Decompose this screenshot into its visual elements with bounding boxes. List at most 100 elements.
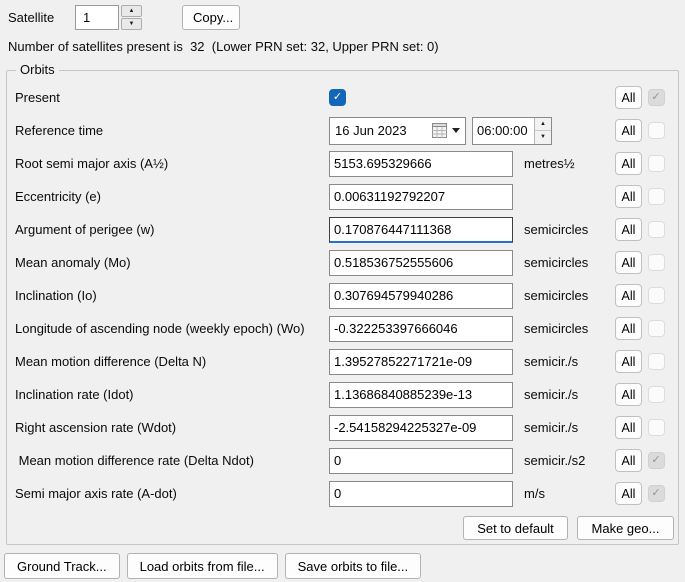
param-side-checkbox[interactable] — [648, 188, 665, 205]
param-side-checkbox: ✓ — [648, 485, 665, 502]
spin-down-icon[interactable]: ▼ — [535, 131, 551, 144]
param-value-input[interactable] — [329, 217, 513, 243]
present-checkbox[interactable]: ✓ — [329, 89, 346, 106]
param-unit-label: semicircles — [516, 321, 611, 336]
all-button-present[interactable]: All — [615, 86, 642, 109]
param-unit-label: semicircles — [516, 255, 611, 270]
param-unit-label: m/s — [516, 486, 611, 501]
param-label: Mean motion difference rate (Delta Ndot) — [7, 453, 329, 468]
param-side-checkbox[interactable] — [648, 254, 665, 271]
group-button-row: Set to default Make geo... — [7, 516, 678, 540]
param-value-input[interactable] — [329, 382, 513, 408]
param-label: Argument of perigee (w) — [7, 222, 329, 237]
all-button[interactable]: All — [615, 350, 642, 373]
all-button[interactable]: All — [615, 416, 642, 439]
orbit-param-row: Root semi major axis (A½) metres½ All — [7, 147, 678, 180]
param-label: Right ascension rate (Wdot) — [7, 420, 329, 435]
param-value-input[interactable] — [329, 151, 513, 177]
all-button[interactable]: All — [615, 383, 642, 406]
param-label: Longitude of ascending node (weekly epoc… — [7, 321, 329, 336]
param-unit-label: semicir./s — [516, 387, 611, 402]
all-button[interactable]: All — [615, 251, 642, 274]
param-unit-label: semicir./s — [516, 420, 611, 435]
copy-button[interactable]: Copy... — [182, 5, 240, 30]
param-value-input[interactable] — [329, 349, 513, 375]
orbit-param-row: Mean motion difference (Delta N) semicir… — [7, 345, 678, 378]
param-value-input[interactable] — [329, 184, 513, 210]
all-button[interactable]: All — [615, 482, 642, 505]
param-label: Inclination (Io) — [7, 288, 329, 303]
dropdown-arrow-icon[interactable] — [452, 128, 460, 133]
reference-date-edit[interactable]: 16 Jun 2023 — [329, 117, 466, 145]
param-side-checkbox[interactable] — [648, 221, 665, 238]
present-row: Present ✓ All ✓ — [7, 81, 678, 114]
reference-time-label: Reference time — [7, 123, 329, 138]
param-unit-label: semicircles — [516, 222, 611, 237]
satellite-spinbox-value[interactable]: 1 — [75, 5, 119, 30]
spin-up-icon[interactable]: ▲ — [535, 118, 551, 132]
param-value-input[interactable] — [329, 316, 513, 342]
all-button[interactable]: All — [615, 449, 642, 472]
spin-up-icon[interactable]: ▲ — [121, 5, 142, 17]
param-unit-label: semicir./s2 — [516, 453, 611, 468]
make-geo-button[interactable]: Make geo... — [577, 516, 674, 540]
reference-time-edit[interactable]: 06:00:00 ▲ ▼ — [472, 117, 552, 145]
param-side-checkbox[interactable] — [648, 353, 665, 370]
checkmark-icon: ✓ — [333, 92, 342, 103]
footer-button-row: Ground Track... Load orbits from file...… — [4, 553, 685, 579]
param-value-input[interactable] — [329, 250, 513, 276]
orbit-param-row: Right ascension rate (Wdot) semicir./s A… — [7, 411, 678, 444]
param-unit-label: semicircles — [516, 288, 611, 303]
present-side-checkbox: ✓ — [648, 89, 665, 106]
orbits-groupbox: Orbits Present ✓ All ✓ Reference time 16… — [6, 70, 679, 545]
orbits-group-title: Orbits — [16, 62, 59, 77]
spin-down-icon[interactable]: ▼ — [121, 18, 142, 30]
checkmark-icon: ✓ — [651, 92, 660, 103]
reference-time-value: 06:00:00 — [473, 118, 534, 144]
orbit-param-row: Mean anomaly (Mo) semicircles All — [7, 246, 678, 279]
reference-date-value: 16 Jun 2023 — [335, 123, 432, 138]
all-button[interactable]: All — [615, 152, 642, 175]
all-button[interactable]: All — [615, 185, 642, 208]
orbit-param-row: Mean motion difference rate (Delta Ndot)… — [7, 444, 678, 477]
param-side-checkbox[interactable] — [648, 287, 665, 304]
param-unit-label: metres½ — [516, 156, 611, 171]
checkmark-icon: ✓ — [651, 488, 660, 499]
param-label: Semi major axis rate (A-dot) — [7, 486, 329, 501]
param-side-checkbox: ✓ — [648, 452, 665, 469]
save-orbits-button[interactable]: Save orbits to file... — [285, 553, 422, 579]
orbit-param-row: Inclination (Io) semicircles All — [7, 279, 678, 312]
param-value-input[interactable] — [329, 415, 513, 441]
reference-time-row: Reference time 16 Jun 2023 06:00:00 ▲ — [7, 114, 678, 147]
param-label: Mean anomaly (Mo) — [7, 255, 329, 270]
header-bar: Satellite 1 ▲ ▼ Copy... — [0, 0, 685, 30]
satellite-spinbox[interactable]: 1 ▲ ▼ — [75, 5, 142, 30]
set-to-default-button[interactable]: Set to default — [463, 516, 568, 540]
all-button[interactable]: All — [615, 284, 642, 307]
param-label: Mean motion difference (Delta N) — [7, 354, 329, 369]
param-rows: Root semi major axis (A½) metres½ All Ec… — [7, 147, 678, 510]
param-value-input[interactable] — [329, 481, 513, 507]
param-side-checkbox[interactable] — [648, 320, 665, 337]
orbit-param-row: Inclination rate (Idot) semicir./s All — [7, 378, 678, 411]
param-value-input[interactable] — [329, 448, 513, 474]
ground-track-button[interactable]: Ground Track... — [4, 553, 120, 579]
param-label: Inclination rate (Idot) — [7, 387, 329, 402]
all-button[interactable]: All — [615, 317, 642, 340]
param-side-checkbox[interactable] — [648, 386, 665, 403]
all-button-reference-time[interactable]: All — [615, 119, 642, 142]
reference-side-checkbox[interactable] — [648, 122, 665, 139]
orbit-param-row: Argument of perigee (w) semicircles All — [7, 213, 678, 246]
load-orbits-button[interactable]: Load orbits from file... — [127, 553, 278, 579]
param-label: Eccentricity (e) — [7, 189, 329, 204]
all-button[interactable]: All — [615, 218, 642, 241]
param-value-input[interactable] — [329, 283, 513, 309]
param-unit-label: semicir./s — [516, 354, 611, 369]
present-label: Present — [7, 90, 329, 105]
param-side-checkbox[interactable] — [648, 419, 665, 436]
calendar-icon — [432, 123, 447, 138]
param-side-checkbox[interactable] — [648, 155, 665, 172]
orbit-param-row: Eccentricity (e) All — [7, 180, 678, 213]
param-label: Root semi major axis (A½) — [7, 156, 329, 171]
checkmark-icon: ✓ — [651, 455, 660, 466]
